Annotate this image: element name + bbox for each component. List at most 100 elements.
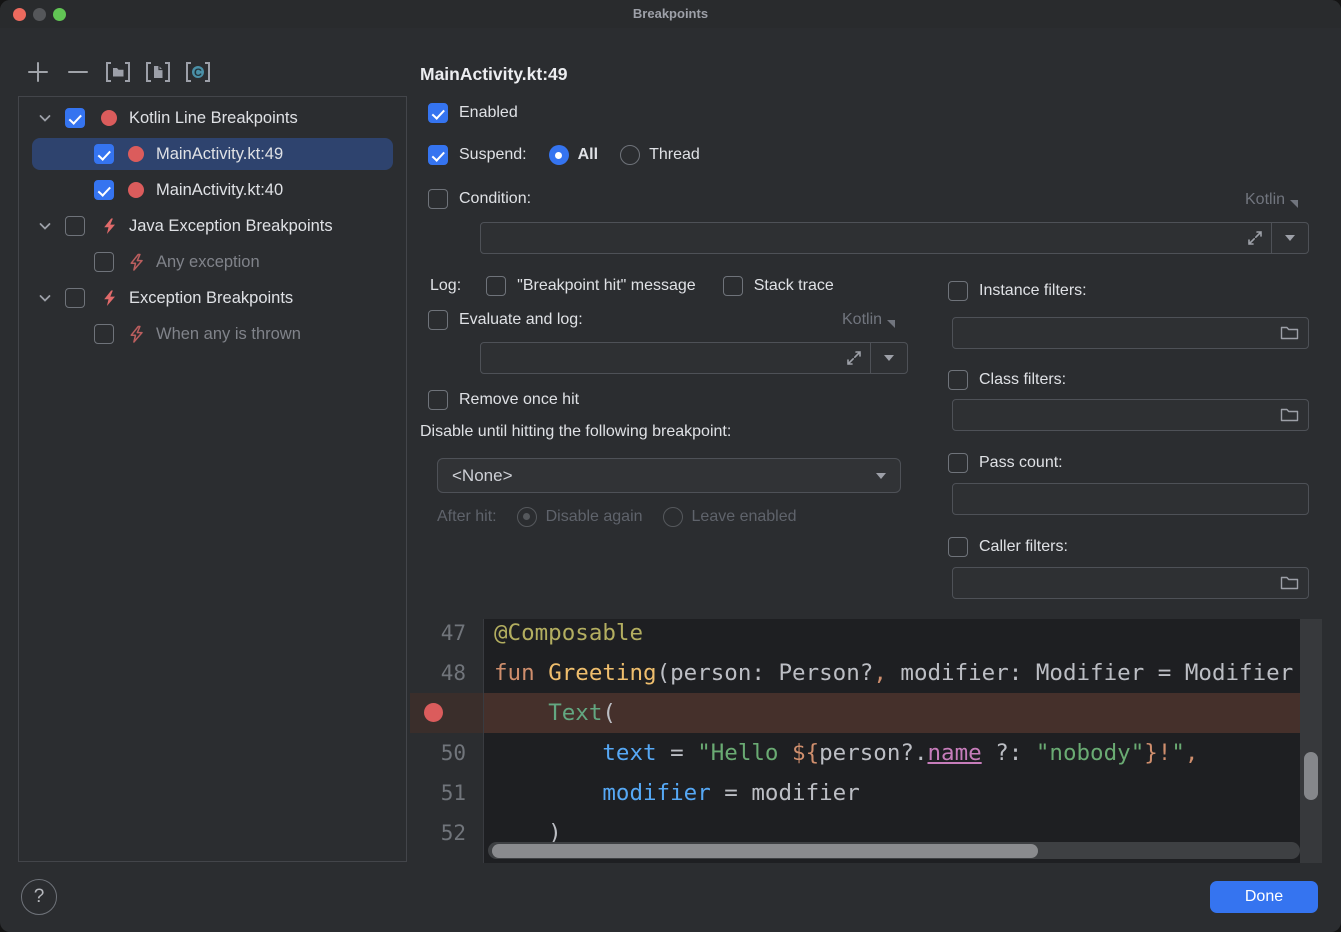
code-token: person?. [819,740,927,766]
folder-icon[interactable] [1280,325,1299,346]
filter-checkbox[interactable] [948,281,968,301]
code-token: " [1171,740,1185,766]
breakpoints-tree: Kotlin Line BreakpointsMainActivity.kt:4… [18,96,407,862]
condition-input[interactable] [480,222,1309,254]
code-token: fun [494,660,548,686]
code-token: modifier: Modifier = Modifier [887,660,1293,686]
breakpoint-title: MainActivity.kt:49 [420,64,568,85]
condition-checkbox[interactable] [428,189,448,209]
chevron-down-icon[interactable] [39,113,51,123]
line-gutter [410,693,483,733]
filter-checkbox[interactable] [948,370,968,390]
code-token: Greeting [548,660,656,686]
exception-bolt-icon [99,288,119,308]
code-line: 48fun Greeting(person: Person?, modifier… [410,653,1322,693]
tree-row[interactable]: MainActivity.kt:40 [19,172,406,208]
chevron-down-icon[interactable] [39,221,51,231]
breakpoint-dot-icon [99,108,119,128]
vertical-scrollbar-thumb[interactable] [1304,752,1318,800]
exception-bolt-outline-icon [126,252,146,272]
code-line: 51 modifier = modifier [410,773,1322,813]
enabled-checkbox[interactable] [428,103,448,123]
code-token: modifier [602,780,710,806]
language-corner-arrow-icon [887,320,895,328]
evaluate-input[interactable] [480,342,908,374]
folder-icon[interactable] [1280,407,1299,428]
tree-checkbox[interactable] [94,144,114,164]
filter-input[interactable] [952,483,1309,515]
group-by-package-button[interactable] [104,58,131,85]
evaluate-language-selector[interactable]: Kotlin [842,311,895,329]
suspend-row: Suspend: All Thread [428,145,700,165]
tree-checkbox[interactable] [65,108,85,128]
code-token: name [928,740,982,766]
remove-breakpoint-button[interactable] [64,58,91,85]
tree-row[interactable]: Java Exception Breakpoints [19,208,406,244]
tree-row[interactable]: Exception Breakpoints [19,280,406,316]
tree-row[interactable]: MainActivity.kt:49 [19,136,406,172]
done-button[interactable]: Done [1210,881,1318,913]
exception-bolt-icon [99,216,119,236]
condition-language-selector[interactable]: Kotlin [1245,191,1298,209]
breakpoint-dot-icon[interactable] [424,703,443,722]
filter-checkbox[interactable] [948,453,968,473]
suspend-all-label: All [578,146,598,164]
horizontal-scrollbar[interactable] [488,842,1300,859]
log-row: Log: "Breakpoint hit" message Stack trac… [430,276,834,296]
line-gutter: 47 [410,619,483,653]
line-gutter: 50 [410,733,483,773]
suspend-thread-radio[interactable] [620,145,640,165]
code-token: , [1185,740,1199,766]
filter-input[interactable] [952,317,1309,349]
group-by-file-icon [145,61,171,83]
filter-input[interactable] [952,399,1309,431]
remove-once-hit-row: Remove once hit [428,390,579,410]
vertical-scrollbar[interactable] [1300,619,1322,863]
enabled-label: Enabled [459,104,518,122]
horizontal-scrollbar-thumb[interactable] [492,844,1038,858]
folder-icon[interactable] [1280,575,1299,596]
code-text: modifier = modifier [484,773,1322,813]
plus-icon [27,61,49,83]
code-token: }! [1144,740,1171,766]
disable-until-combobox[interactable]: <None> [437,458,901,493]
tree-checkbox[interactable] [94,252,114,272]
tree-item-label: Java Exception Breakpoints [129,217,333,236]
tree-checkbox[interactable] [65,216,85,236]
window-title: Breakpoints [0,6,1341,21]
leave-enabled-radio[interactable] [663,507,683,527]
suspend-checkbox[interactable] [428,145,448,165]
breakpoint-hit-message-checkbox[interactable] [486,276,506,296]
code-token: "Hello [697,740,792,766]
filter-label-row: Caller filters: [948,537,1068,557]
group-by-file-button[interactable] [144,58,171,85]
help-button[interactable]: ? [21,879,57,915]
tree-checkbox[interactable] [94,180,114,200]
filter-checkbox[interactable] [948,537,968,557]
filter-input[interactable] [952,567,1309,599]
tree-row[interactable]: Kotlin Line Breakpoints [19,100,406,136]
group-by-class-button[interactable]: C [184,58,211,85]
disable-until-value: <None> [452,466,513,486]
titlebar: Breakpoints [0,0,1341,28]
code-line: 47@Composable [410,619,1322,653]
add-breakpoint-button[interactable] [24,58,51,85]
evaluate-and-log-checkbox[interactable] [428,310,448,330]
code-line: 50 text = "Hello ${person?.name ?: "nobo… [410,733,1322,773]
expand-editor-icon[interactable] [1246,229,1264,252]
chevron-down-icon [876,473,886,479]
tree-row[interactable]: Any exception [19,244,406,280]
tree-checkbox[interactable] [94,324,114,344]
condition-history-dropdown[interactable] [1271,223,1308,253]
after-hit-row: After hit: Disable again Leave enabled [437,507,797,527]
remove-once-hit-checkbox[interactable] [428,390,448,410]
disable-again-radio[interactable] [517,507,537,527]
chevron-down-icon[interactable] [39,293,51,303]
tree-checkbox[interactable] [65,288,85,308]
suspend-all-radio[interactable] [549,145,569,165]
breakpoints-dialog: Breakpoints C Kotlin Line BreakpointsMai… [0,0,1341,932]
expand-editor-icon[interactable] [845,349,863,372]
evaluate-history-dropdown[interactable] [870,343,907,373]
tree-row[interactable]: When any is thrown [19,316,406,352]
stack-trace-checkbox[interactable] [723,276,743,296]
